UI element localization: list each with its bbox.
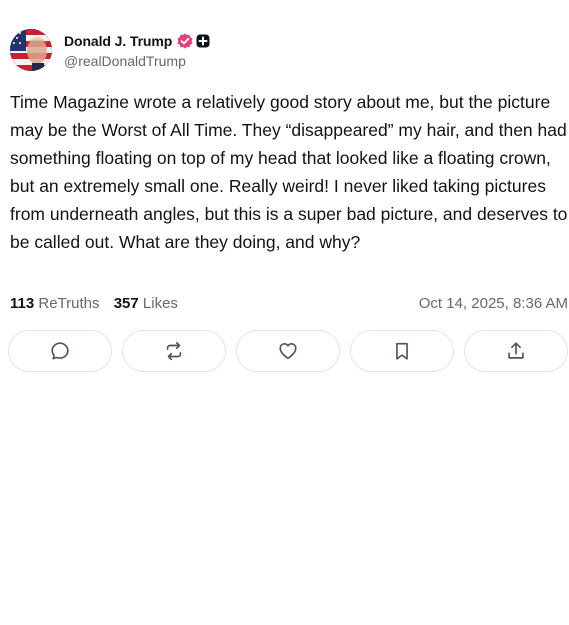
retruths-label: ReTruths — [38, 295, 100, 312]
author-names: Donald J. Trump @realDonaldTrump — [64, 31, 210, 69]
likes-label: Likes — [142, 295, 178, 312]
retruths-count: 113 — [10, 295, 35, 312]
timestamp[interactable]: Oct 14, 2025, 8:36 AM — [419, 294, 568, 314]
flag-portrait-avatar-icon — [10, 29, 52, 71]
action-bar — [8, 330, 568, 374]
retruths-stat[interactable]: 113 ReTruths — [10, 294, 100, 314]
post-header: Donald J. Trump @realDonaldTrump — [10, 29, 410, 73]
plus-badge-icon — [196, 34, 210, 48]
reply-icon — [51, 342, 69, 360]
avatar[interactable] — [10, 29, 52, 71]
like-icon — [279, 343, 297, 360]
retruth-button[interactable] — [122, 330, 226, 372]
display-name[interactable]: Donald J. Trump — [64, 33, 172, 49]
like-button[interactable] — [236, 330, 340, 372]
retruth-icon — [166, 341, 182, 361]
likes-stat[interactable]: 357 Likes — [114, 294, 178, 314]
name-row: Donald J. Trump — [64, 31, 210, 51]
post-text: Time Magazine wrote a relatively good st… — [10, 92, 568, 252]
likes-count: 357 — [113, 295, 139, 312]
post-stats: 113 ReTruths 357 Likes Oct 14, 2025, 8:3… — [10, 294, 568, 314]
bookmark-icon — [396, 342, 408, 360]
bookmark-button[interactable] — [350, 330, 454, 372]
verified-badge-icon — [177, 33, 193, 49]
share-icon — [508, 342, 524, 359]
reply-button[interactable] — [8, 330, 112, 372]
handle[interactable]: @realDonaldTrump — [64, 53, 210, 69]
share-button[interactable] — [464, 330, 568, 372]
